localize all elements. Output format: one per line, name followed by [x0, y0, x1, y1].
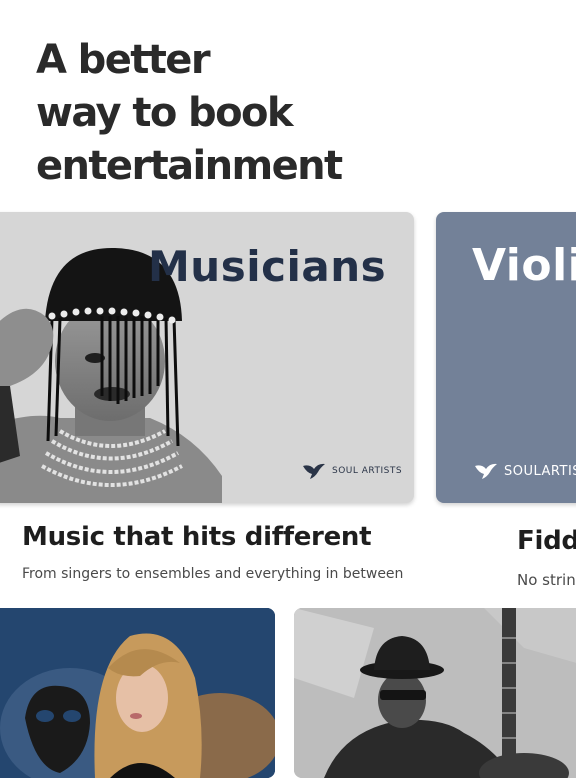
musicians-card-brand: SOUL ARTISTS [302, 462, 402, 480]
hero-title-line-3: entertainment [36, 143, 343, 189]
violin-card[interactable]: Violi SOULARTISTS [436, 212, 576, 503]
guitarist-tile[interactable] [294, 608, 576, 778]
violin-card-title: Violi [472, 240, 576, 291]
hero-title: A better way to book entertainment [36, 34, 343, 193]
hero-title-line-2: way to book [36, 90, 293, 136]
musicians-subtitle: From singers to ensembles and everything… [22, 566, 404, 582]
musicians-card-brand-text: SOUL ARTISTS [332, 466, 403, 476]
violin-card-brand-text: SOULARTISTS [504, 463, 576, 479]
bird-logo-icon [303, 463, 325, 479]
hero-title-line-1: A better [36, 37, 211, 83]
musicians-card[interactable]: Musicians SOUL ARTISTS [0, 212, 414, 503]
violin-card-brand: SOULARTISTS [474, 462, 576, 480]
musicians-headline: Music that hits different [22, 522, 372, 552]
singer-with-mask-photo [0, 608, 275, 778]
violin-subtitle: No strin [517, 571, 576, 589]
guitarist-with-hat-photo [294, 608, 576, 778]
violin-headline: Fidd [517, 526, 576, 556]
singer-tile[interactable] [0, 608, 275, 778]
musicians-card-title: Musicians [148, 242, 387, 291]
bird-logo-icon [475, 463, 497, 479]
